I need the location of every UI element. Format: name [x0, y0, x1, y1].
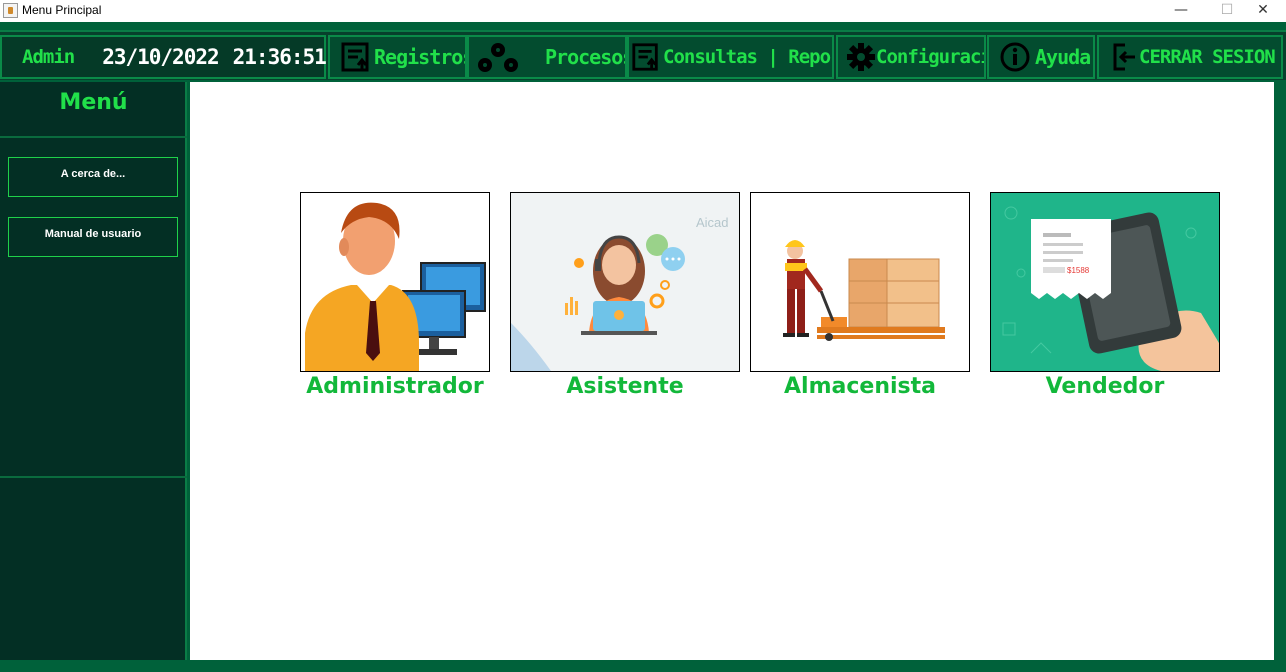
top-toolbar: Admin 23/10/2022 21:36:51 Registros Proc…	[0, 30, 1286, 80]
minimize-button[interactable]: —	[1158, 0, 1204, 22]
role-label-asistente: Asistente	[566, 374, 684, 399]
info-icon	[1000, 42, 1030, 72]
report-upload-icon	[632, 43, 658, 71]
window-title: Menu Principal	[22, 3, 102, 17]
document-upload-icon	[341, 42, 369, 72]
administrator-person-computer-icon[interactable]	[300, 192, 490, 372]
registros-label: Registros	[374, 45, 467, 69]
process-nodes-icon	[478, 43, 518, 72]
consultas-reportes-button[interactable]: Consultas | Reportes	[627, 35, 834, 79]
ayuda-label: Ayuda	[1035, 45, 1091, 69]
main-content: Administrador Aicad Asistente Almacenist…	[190, 82, 1274, 660]
sidebar-title: Menú	[59, 90, 128, 115]
java-app-icon	[3, 3, 18, 18]
role-label-vendedor: Vendedor	[1045, 374, 1165, 399]
consultas-label: Consultas | Reportes	[663, 46, 832, 68]
assistant-headset-woman-icon[interactable]: Aicad	[510, 192, 740, 372]
role-card-almacenista[interactable]: Almacenista	[750, 192, 970, 399]
sidebar-divider	[0, 136, 187, 138]
cerrar-sesion-label: CERRAR SESION	[1139, 46, 1276, 68]
date-label: 23/10/2022	[102, 45, 219, 69]
username-label: Admin	[22, 46, 75, 68]
warehouse-worker-pallet-icon[interactable]	[750, 192, 970, 372]
main-frame: Admin 23/10/2022 21:36:51 Registros Proc…	[0, 22, 1286, 672]
role-card-administrador[interactable]: Administrador	[300, 192, 490, 399]
role-card-vendedor[interactable]: $1588 Vendedor	[990, 192, 1220, 399]
role-label-almacenista: Almacenista	[784, 374, 936, 399]
ayuda-button[interactable]: Ayuda	[987, 35, 1095, 79]
registros-button[interactable]: Registros	[328, 35, 467, 79]
cerrar-sesion-button[interactable]: CERRAR SESION	[1097, 35, 1283, 79]
phone-receipt-payment-icon[interactable]: $1588	[990, 192, 1220, 372]
sidebar: Menú A cerca de... Manual de usuario	[0, 82, 187, 660]
assistant-watermark: Aicad	[696, 215, 729, 230]
user-info-panel: Admin 23/10/2022 21:36:51	[0, 35, 327, 79]
configuracion-button[interactable]: Configuracióı	[836, 35, 986, 79]
procesos-label: Procesos	[545, 45, 627, 69]
configuracion-label: Configuracióı	[876, 46, 984, 68]
window-title-bar: Menu Principal — ☐ ✕	[0, 0, 1286, 22]
sidebar-item-about[interactable]: A cerca de...	[8, 157, 178, 197]
bottom-border	[0, 662, 1286, 672]
gear-icon	[847, 43, 875, 71]
sidebar-divider	[0, 476, 187, 478]
time-label: 21:36:51	[232, 45, 327, 69]
role-card-asistente[interactable]: Aicad Asistente	[510, 192, 740, 399]
vendor-price-text: $1588	[1067, 266, 1090, 275]
procesos-button[interactable]: Procesos	[467, 35, 627, 79]
role-label-administrador: Administrador	[306, 374, 484, 399]
sidebar-item-manual[interactable]: Manual de usuario	[8, 217, 178, 257]
logout-icon	[1113, 43, 1135, 71]
close-button[interactable]: ✕	[1240, 0, 1286, 22]
